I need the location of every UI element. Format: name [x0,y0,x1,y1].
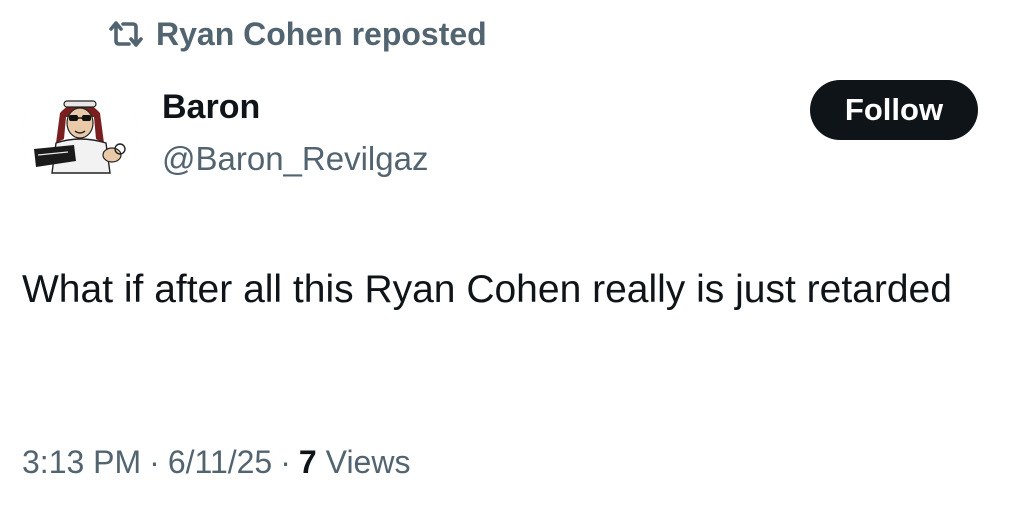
meta-separator: · [149,444,160,480]
tweet-time[interactable]: 3:13 PM [22,444,141,481]
avatar-illustration [22,77,138,193]
tweet-meta: 3:13 PM · 6/11/25 · 7 Views [22,444,410,481]
repost-icon [106,16,146,52]
follow-button[interactable]: Follow [810,80,978,140]
repost-label: Ryan Cohen reposted [156,15,487,52]
avatar[interactable] [22,77,138,193]
repost-header[interactable]: Ryan Cohen reposted [106,14,487,54]
views-label[interactable]: Views [326,444,411,481]
tweet-text: What if after all this Ryan Cohen really… [22,268,952,311]
views-count[interactable]: 7 [299,444,317,481]
author-name[interactable]: Baron [162,88,260,127]
meta-separator: · [280,444,291,480]
author-handle[interactable]: @Baron_Revilgaz [162,140,428,178]
tweet-date[interactable]: 6/11/25 [168,444,272,481]
